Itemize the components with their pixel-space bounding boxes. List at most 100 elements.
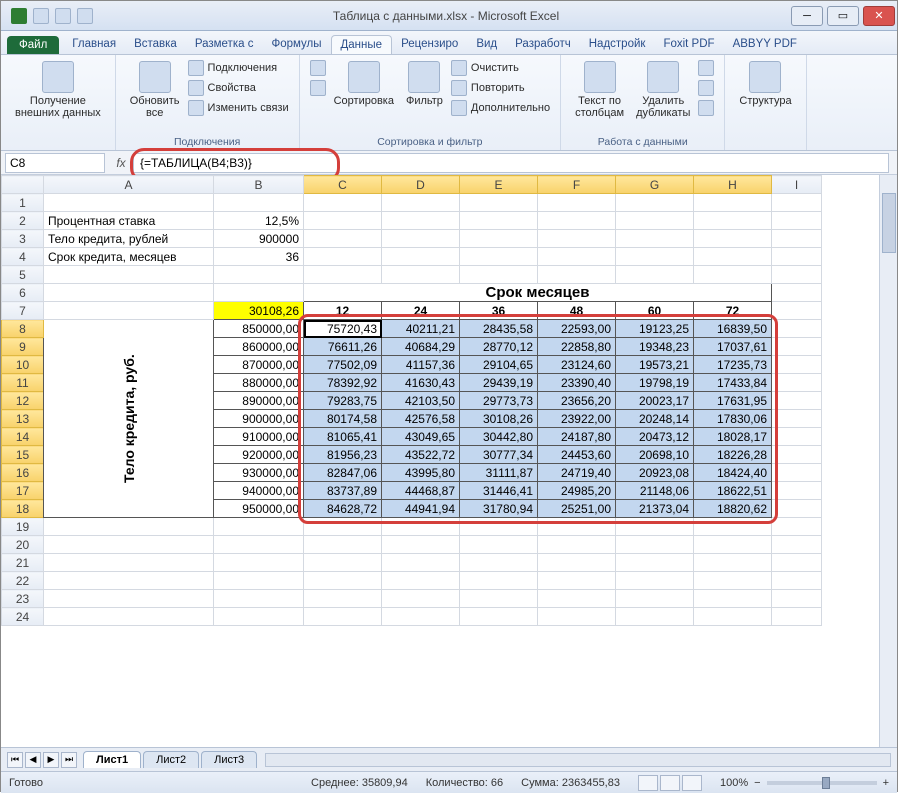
zoom-thumb[interactable] xyxy=(822,777,830,789)
cell-B13[interactable]: 900000,00 xyxy=(214,410,304,428)
col-header-E[interactable]: E xyxy=(460,176,538,194)
cell-D7[interactable]: 24 xyxy=(382,302,460,320)
cell-E24[interactable] xyxy=(460,608,538,626)
cell-H12[interactable]: 17631,95 xyxy=(694,392,772,410)
cell-G20[interactable] xyxy=(616,536,694,554)
consolidate-button[interactable] xyxy=(698,79,714,97)
zoom-slider[interactable] xyxy=(767,781,877,785)
cell-I5[interactable] xyxy=(772,266,822,284)
cell-H11[interactable]: 17433,84 xyxy=(694,374,772,392)
cell-H9[interactable]: 17037,61 xyxy=(694,338,772,356)
cell-E22[interactable] xyxy=(460,572,538,590)
cell-F9[interactable]: 22858,80 xyxy=(538,338,616,356)
cell-B7[interactable]: 30108,26 xyxy=(214,302,304,320)
file-tab[interactable]: Файл xyxy=(7,36,59,54)
cell-G13[interactable]: 20248,14 xyxy=(616,410,694,428)
text-to-columns-button[interactable]: Текст по столбцам xyxy=(571,59,628,121)
cell-B4[interactable]: 36 xyxy=(214,248,304,266)
clear-filter-button[interactable]: Очистить xyxy=(451,59,550,77)
cell-D19[interactable] xyxy=(382,518,460,536)
cell-F19[interactable] xyxy=(538,518,616,536)
cell-F17[interactable]: 24985,20 xyxy=(538,482,616,500)
cell-G3[interactable] xyxy=(616,230,694,248)
cell-C24[interactable] xyxy=(304,608,382,626)
cell-H5[interactable] xyxy=(694,266,772,284)
row-header-21[interactable]: 21 xyxy=(2,554,44,572)
cell-D4[interactable] xyxy=(382,248,460,266)
cell-D18[interactable]: 44941,94 xyxy=(382,500,460,518)
col-header-F[interactable]: F xyxy=(538,176,616,194)
cell-B23[interactable] xyxy=(214,590,304,608)
zoom-in-button[interactable]: + xyxy=(883,777,889,789)
cell-D11[interactable]: 41630,43 xyxy=(382,374,460,392)
cell-B21[interactable] xyxy=(214,554,304,572)
cell-I8[interactable] xyxy=(772,320,822,338)
qat-undo-button[interactable] xyxy=(55,7,71,25)
row-header-10[interactable]: 10 xyxy=(2,356,44,374)
cell-C12[interactable]: 79283,75 xyxy=(304,392,382,410)
cell-D17[interactable]: 44468,87 xyxy=(382,482,460,500)
cell-I13[interactable] xyxy=(772,410,822,428)
row-header-23[interactable]: 23 xyxy=(2,590,44,608)
cell-D13[interactable]: 42576,58 xyxy=(382,410,460,428)
ribbon-tab-1[interactable]: Вставка xyxy=(125,35,186,54)
row-header-9[interactable]: 9 xyxy=(2,338,44,356)
cell-F16[interactable]: 24719,40 xyxy=(538,464,616,482)
cell-D15[interactable]: 43522,72 xyxy=(382,446,460,464)
cell-G12[interactable]: 20023,17 xyxy=(616,392,694,410)
cell-D9[interactable]: 40684,29 xyxy=(382,338,460,356)
cell-B6[interactable] xyxy=(214,284,304,302)
cell-H20[interactable] xyxy=(694,536,772,554)
cell-G24[interactable] xyxy=(616,608,694,626)
cell-D20[interactable] xyxy=(382,536,460,554)
cell-H21[interactable] xyxy=(694,554,772,572)
cell-H19[interactable] xyxy=(694,518,772,536)
cell-A1[interactable] xyxy=(44,194,214,212)
row-header-2[interactable]: 2 xyxy=(2,212,44,230)
cell-A21[interactable] xyxy=(44,554,214,572)
cell-C17[interactable]: 83737,89 xyxy=(304,482,382,500)
row-header-19[interactable]: 19 xyxy=(2,518,44,536)
cell-F22[interactable] xyxy=(538,572,616,590)
cell-G22[interactable] xyxy=(616,572,694,590)
cell-B11[interactable]: 880000,00 xyxy=(214,374,304,392)
data-validation-button[interactable] xyxy=(698,59,714,77)
zoom-out-button[interactable]: − xyxy=(754,777,760,789)
cell-C2[interactable] xyxy=(304,212,382,230)
cell-C15[interactable]: 81956,23 xyxy=(304,446,382,464)
cell-I10[interactable] xyxy=(772,356,822,374)
col-header-C[interactable]: C xyxy=(304,176,382,194)
cell-B15[interactable]: 920000,00 xyxy=(214,446,304,464)
cell-F21[interactable] xyxy=(538,554,616,572)
qat-redo-button[interactable] xyxy=(77,7,93,25)
cell-A2[interactable]: Процентная ставка xyxy=(44,212,214,230)
cell-H18[interactable]: 18820,62 xyxy=(694,500,772,518)
cell-I7[interactable] xyxy=(772,302,822,320)
ribbon-tab-2[interactable]: Разметка с xyxy=(186,35,263,54)
cell-F3[interactable] xyxy=(538,230,616,248)
ribbon-tab-4[interactable]: Данные xyxy=(331,35,393,54)
cell-D2[interactable] xyxy=(382,212,460,230)
qat-save-button[interactable] xyxy=(33,7,49,25)
cell-B1[interactable] xyxy=(214,194,304,212)
fx-icon[interactable]: fx xyxy=(109,156,133,170)
cell-I20[interactable] xyxy=(772,536,822,554)
name-box[interactable]: C8 xyxy=(5,153,105,173)
cell-I24[interactable] xyxy=(772,608,822,626)
row-header-1[interactable]: 1 xyxy=(2,194,44,212)
cell-C6[interactable]: Срок месяцев xyxy=(304,284,772,302)
spreadsheet-grid[interactable]: ABCDEFGHI12Процентная ставка12,5%3Тело к… xyxy=(1,175,822,626)
cell-D24[interactable] xyxy=(382,608,460,626)
cell-G2[interactable] xyxy=(616,212,694,230)
cell-C5[interactable] xyxy=(304,266,382,284)
cell-B12[interactable]: 890000,00 xyxy=(214,392,304,410)
cell-A19[interactable] xyxy=(44,518,214,536)
scrollbar-thumb[interactable] xyxy=(882,193,896,253)
cell-F2[interactable] xyxy=(538,212,616,230)
cell-G4[interactable] xyxy=(616,248,694,266)
connections-button[interactable]: Подключения xyxy=(188,59,289,77)
cell-H1[interactable] xyxy=(694,194,772,212)
cell-C10[interactable]: 77502,09 xyxy=(304,356,382,374)
cell-D23[interactable] xyxy=(382,590,460,608)
cell-C22[interactable] xyxy=(304,572,382,590)
